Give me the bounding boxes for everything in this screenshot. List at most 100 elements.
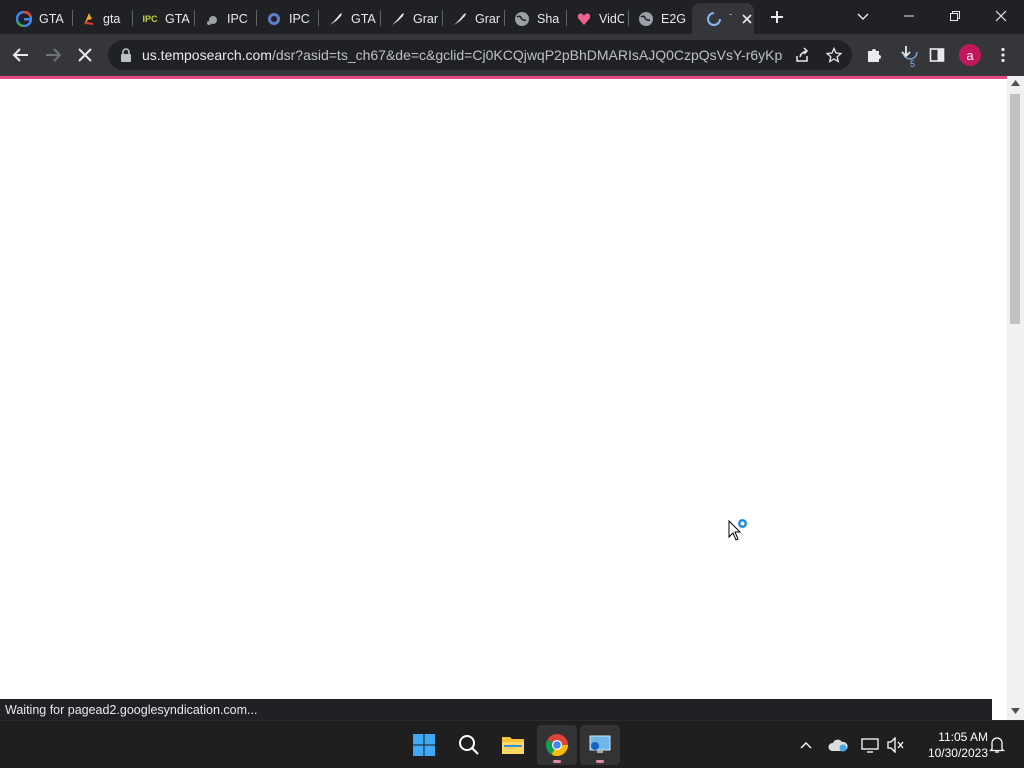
close-tab-icon[interactable] bbox=[740, 12, 754, 26]
page-content bbox=[0, 79, 1008, 720]
tab-2[interactable]: gta bbox=[66, 3, 128, 34]
share-button[interactable] bbox=[787, 40, 817, 70]
close-icon bbox=[78, 48, 92, 62]
chrome-taskbar-button[interactable] bbox=[537, 725, 577, 765]
tab-5[interactable]: IPC bbox=[252, 3, 314, 34]
remote-desktop-button[interactable] bbox=[580, 725, 620, 765]
tab-6[interactable]: GTA bbox=[314, 3, 376, 34]
minimize-icon bbox=[904, 15, 914, 17]
speaker-muted-icon bbox=[887, 737, 904, 753]
busy-cursor-icon bbox=[728, 519, 747, 541]
tab-search-button[interactable] bbox=[840, 0, 886, 32]
more-vert-icon bbox=[1001, 47, 1005, 63]
file-explorer-button[interactable] bbox=[493, 725, 533, 765]
windows-taskbar: 11:05 AM 10/30/2023 bbox=[0, 720, 1024, 768]
heart-icon bbox=[576, 11, 592, 27]
globe-icon bbox=[514, 11, 530, 27]
volume-button[interactable] bbox=[884, 733, 908, 757]
star-icon bbox=[826, 47, 842, 63]
downloads-button[interactable]: 5 bbox=[893, 40, 923, 70]
close-window-button[interactable] bbox=[978, 0, 1024, 32]
onedrive-button[interactable] bbox=[826, 733, 850, 757]
arrow-right-icon bbox=[46, 48, 62, 62]
tab-3[interactable]: IPC GTA bbox=[128, 3, 190, 34]
ipc-icon bbox=[204, 11, 220, 27]
windows-logo-icon bbox=[413, 734, 435, 756]
tab-4[interactable]: IPC bbox=[190, 3, 252, 34]
bookmark-button[interactable] bbox=[819, 40, 849, 70]
browser-toolbar: us.temposearch.com/dsr?asid=ts_ch67&de=c… bbox=[0, 34, 1024, 76]
side-panel-button[interactable] bbox=[922, 40, 952, 70]
minimize-button[interactable] bbox=[886, 0, 932, 32]
clock-date: 10/30/2023 bbox=[927, 746, 988, 760]
rocket-icon bbox=[328, 11, 344, 27]
gta-site-icon bbox=[80, 11, 96, 27]
url-text[interactable]: us.temposearch.com/dsr?asid=ts_ch67&de=c… bbox=[142, 47, 782, 63]
network-button[interactable] bbox=[858, 733, 882, 757]
plus-icon bbox=[771, 11, 783, 23]
download-count: 5 bbox=[910, 59, 916, 69]
tab-title: E2G bbox=[661, 11, 687, 26]
scrollbar-thumb[interactable] bbox=[1010, 94, 1020, 324]
cloud-icon bbox=[828, 739, 848, 752]
tab-title: IPC bbox=[289, 11, 310, 26]
tab-12-active[interactable]: T bbox=[692, 3, 754, 34]
share-icon bbox=[796, 47, 809, 62]
rocket-icon bbox=[390, 11, 406, 27]
globe-icon bbox=[638, 11, 654, 27]
url-host: us.temposearch.com bbox=[142, 47, 272, 63]
bell-icon bbox=[989, 737, 1005, 753]
tab-8[interactable]: Gran bbox=[438, 3, 500, 34]
start-button[interactable] bbox=[404, 725, 444, 765]
address-bar[interactable]: us.temposearch.com/dsr?asid=ts_ch67&de=c… bbox=[108, 40, 852, 70]
forward-button[interactable] bbox=[38, 40, 68, 70]
running-indicator bbox=[553, 760, 561, 763]
remote-desktop-icon bbox=[589, 735, 611, 753]
arrow-left-icon bbox=[12, 48, 28, 62]
tab-11[interactable]: E2G bbox=[624, 3, 688, 34]
search-button[interactable] bbox=[449, 725, 489, 765]
tab-title: VidC bbox=[599, 11, 624, 26]
tab-title: Sha bbox=[537, 11, 560, 26]
ipc-icon bbox=[266, 11, 282, 27]
tab-title: Gran bbox=[413, 11, 438, 26]
taskbar-clock[interactable]: 11:05 AM 10/30/2023 bbox=[912, 729, 988, 761]
rocket-icon bbox=[452, 11, 468, 27]
new-tab-button[interactable] bbox=[765, 6, 789, 28]
vertical-scrollbar[interactable] bbox=[1007, 76, 1024, 720]
scroll-up-icon bbox=[1011, 80, 1020, 86]
tab-1[interactable]: GTA bbox=[2, 3, 70, 34]
notifications-button[interactable] bbox=[985, 733, 1009, 757]
clock-time: 11:05 AM bbox=[938, 730, 988, 744]
tab-strip: GTA gta IPC GTA IPC IPC GTA Gran Gran Sh… bbox=[0, 0, 1024, 34]
search-icon bbox=[459, 735, 479, 755]
chevron-up-icon bbox=[800, 742, 812, 749]
show-hidden-icons-button[interactable] bbox=[794, 733, 818, 757]
stop-loading-button[interactable] bbox=[70, 40, 100, 70]
menu-button[interactable] bbox=[988, 40, 1018, 70]
restore-icon bbox=[950, 11, 960, 21]
scroll-down-icon bbox=[1011, 708, 1020, 714]
google-icon bbox=[16, 10, 32, 27]
close-icon bbox=[995, 10, 1007, 22]
running-indicator bbox=[596, 760, 604, 763]
loading-icon bbox=[706, 11, 722, 27]
side-panel-icon bbox=[929, 48, 945, 62]
url-path: /dsr?asid=ts_ch67&de=c&gclid=Cj0KCQjwqP2… bbox=[271, 47, 782, 63]
tab-10[interactable]: VidC bbox=[562, 3, 624, 34]
puzzle-icon bbox=[868, 49, 881, 62]
extensions-button[interactable] bbox=[859, 40, 889, 70]
status-bubble: Waiting for pagead2.googlesyndication.co… bbox=[0, 699, 992, 720]
network-icon bbox=[861, 738, 879, 753]
back-button[interactable] bbox=[6, 40, 36, 70]
profile-avatar[interactable]: a bbox=[959, 44, 981, 66]
lock-icon[interactable] bbox=[120, 48, 132, 62]
tab-7[interactable]: Gran bbox=[376, 3, 438, 34]
tab-title: GTA bbox=[165, 11, 190, 26]
tab-9[interactable]: Sha bbox=[500, 3, 562, 34]
chrome-icon bbox=[546, 734, 568, 756]
restore-button[interactable] bbox=[932, 0, 978, 32]
folder-icon bbox=[502, 737, 524, 754]
tab-title: GTA bbox=[351, 11, 376, 26]
tab-title: GTA bbox=[39, 11, 64, 26]
